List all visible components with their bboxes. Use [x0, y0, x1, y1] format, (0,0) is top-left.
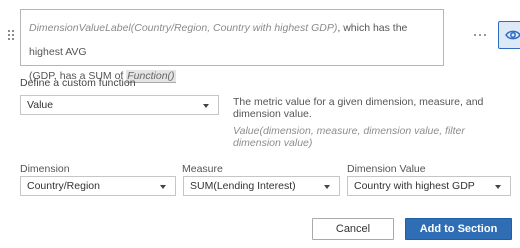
chevron-down-icon: [495, 185, 501, 189]
expression-editor[interactable]: DimensionValueLabel(Country/Region, Coun…: [20, 9, 444, 83]
drag-handle-icon[interactable]: [8, 30, 14, 42]
function-description: The metric value for a given dimension, …: [233, 96, 484, 120]
measure-select[interactable]: SUM(Lending Interest): [183, 176, 340, 196]
measure-select-value: SUM(Lending Interest): [190, 180, 296, 192]
dimension-select-value: Country/Region: [27, 180, 100, 192]
eye-icon: [505, 30, 520, 40]
dimension-value-select-value: Country with highest GDP: [354, 180, 475, 192]
chevron-down-icon: [324, 185, 330, 189]
chevron-down-icon: [203, 104, 209, 108]
expression-line-1: DimensionValueLabel(Country/Region, Coun…: [29, 16, 435, 64]
function-select-value: Value: [27, 99, 54, 111]
add-to-section-button[interactable]: Add to Section: [405, 218, 512, 240]
dimension-select[interactable]: Country/Region: [20, 176, 176, 196]
custom-function-heading: Define a custom function: [20, 77, 136, 89]
dimension-label: Dimension: [20, 163, 70, 175]
measure-label: Measure: [182, 163, 223, 175]
function-select[interactable]: Value: [20, 95, 219, 115]
dimension-value-label-token[interactable]: DimensionValueLabel(Country/Region, Coun…: [29, 22, 337, 34]
chevron-down-icon: [160, 185, 166, 189]
dimension-value-label: Dimension Value: [347, 163, 426, 175]
more-options-button[interactable]: [474, 30, 488, 40]
preview-toggle-button[interactable]: [498, 21, 520, 49]
dimension-value-select[interactable]: Country with highest GDP: [347, 176, 511, 196]
cancel-button[interactable]: Cancel: [312, 218, 394, 240]
function-syntax: Value(dimension, measure, dimension valu…: [233, 125, 465, 149]
